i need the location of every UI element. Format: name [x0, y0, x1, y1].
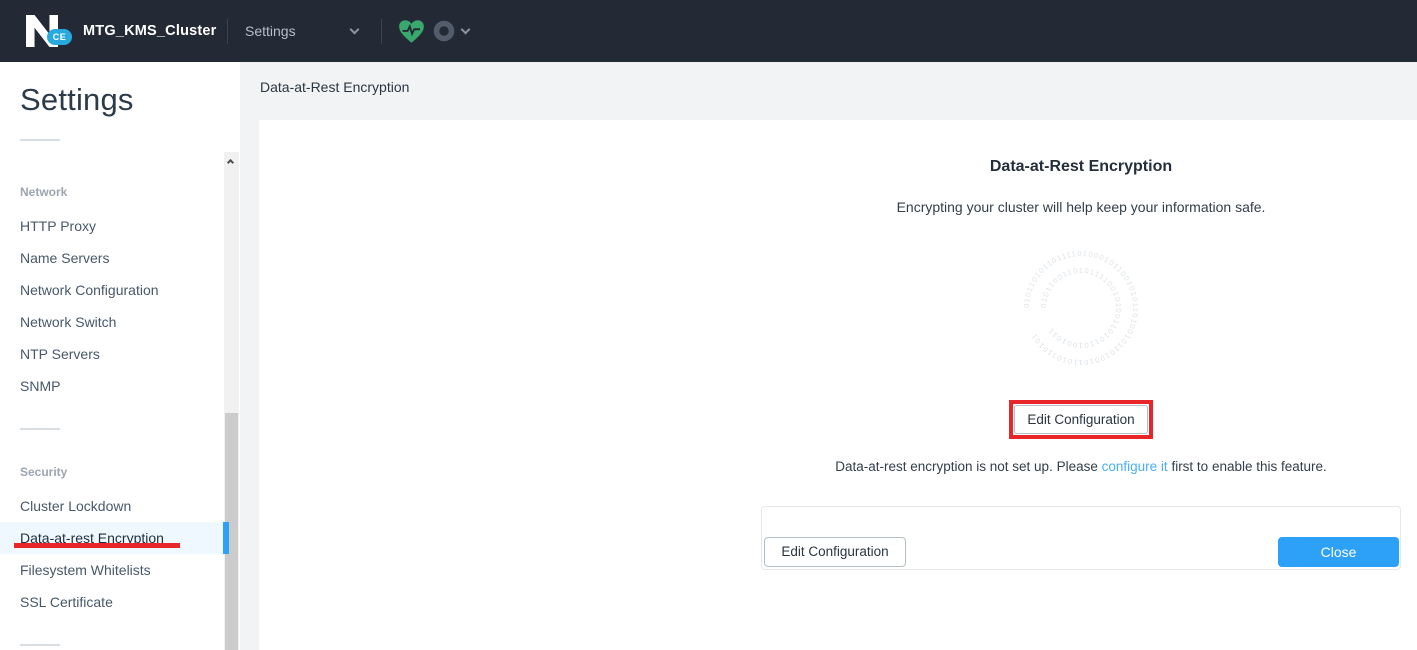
app-window: CE MTG_KMS_Cluster Settings Settings Net… — [0, 0, 1417, 650]
edit-configuration-button[interactable]: Edit Configuration — [1014, 405, 1148, 434]
topbar-separator — [381, 19, 382, 44]
active-item-indicator — [223, 522, 229, 554]
svg-text:010110011010111100101001101011: 01011001101011110010100110101101001011 — [1039, 266, 1123, 350]
sidebar-item-name-servers[interactable]: Name Servers — [0, 242, 224, 274]
annotation-red-underline — [14, 543, 180, 548]
divider — [20, 139, 60, 141]
configure-it-link[interactable]: configure it — [1102, 459, 1168, 474]
sidebar-item-network-configuration[interactable]: Network Configuration — [0, 274, 224, 306]
sidebar-item-snmp[interactable]: SNMP — [0, 370, 224, 402]
annotation-red-box: Edit Configuration — [1009, 400, 1153, 439]
sidebar-item-cluster-lockdown[interactable]: Cluster Lockdown — [0, 490, 224, 522]
close-button[interactable]: Close — [1278, 537, 1399, 567]
data-at-rest-encryption-panel: Data-at-Rest Encryption Encrypting your … — [259, 120, 1417, 650]
chevron-down-icon[interactable] — [461, 25, 471, 35]
status-text-before: Data-at-rest encryption is not set up. P… — [835, 459, 1098, 474]
footer-edit-configuration-button[interactable]: Edit Configuration — [764, 537, 906, 567]
chevron-up-icon — [227, 159, 234, 166]
sidebar-item-filesystem-whitelists[interactable]: Filesystem Whitelists — [0, 554, 224, 586]
scrollbar-up-button[interactable] — [224, 152, 239, 168]
cluster-name: MTG_KMS_Cluster — [83, 0, 217, 62]
sidebar-item-network-switch[interactable]: Network Switch — [0, 306, 224, 338]
top-bar: CE MTG_KMS_Cluster Settings — [0, 0, 1417, 62]
status-text-after: first to enable this feature. — [1171, 459, 1326, 474]
divider — [20, 644, 60, 646]
binary-rings-icon: 0101101011011110100010110010101101001011… — [1021, 248, 1141, 368]
sidebar-item-data-at-rest-encryption[interactable]: Data-at-rest Encryption — [0, 522, 224, 554]
sidebar-item-http-proxy[interactable]: HTTP Proxy — [0, 210, 224, 242]
settings-sidebar: Settings Network HTTP Proxy Name Servers… — [0, 62, 240, 650]
dialog-description: Encrypting your cluster will help keep y… — [761, 199, 1401, 215]
sidebar-item-ntp-servers[interactable]: NTP Servers — [0, 338, 224, 370]
topbar-separator — [227, 19, 228, 44]
dialog-title: Data-at-Rest Encryption — [761, 158, 1401, 176]
sidebar-scrollbar[interactable] — [224, 152, 239, 650]
sidebar-item-ssl-certificate[interactable]: SSL Certificate — [0, 586, 224, 618]
dialog-footer: Edit Configuration Close — [761, 506, 1401, 570]
status-text: Data-at-rest encryption is not set up. P… — [701, 459, 1417, 474]
chevron-down-icon[interactable] — [350, 25, 360, 35]
health-heart-icon[interactable] — [398, 0, 425, 62]
settings-menu[interactable]: Settings — [245, 0, 296, 62]
sidebar-scroll-area: Network HTTP Proxy Name Servers Network … — [0, 152, 224, 650]
section-label-security: Security — [0, 460, 224, 484]
page-title: Data-at-Rest Encryption — [260, 79, 409, 95]
sidebar-title: Settings — [20, 82, 134, 118]
user-ring-icon[interactable] — [433, 0, 455, 62]
section-label-network: Network — [0, 180, 224, 204]
ce-badge: CE — [47, 29, 72, 45]
